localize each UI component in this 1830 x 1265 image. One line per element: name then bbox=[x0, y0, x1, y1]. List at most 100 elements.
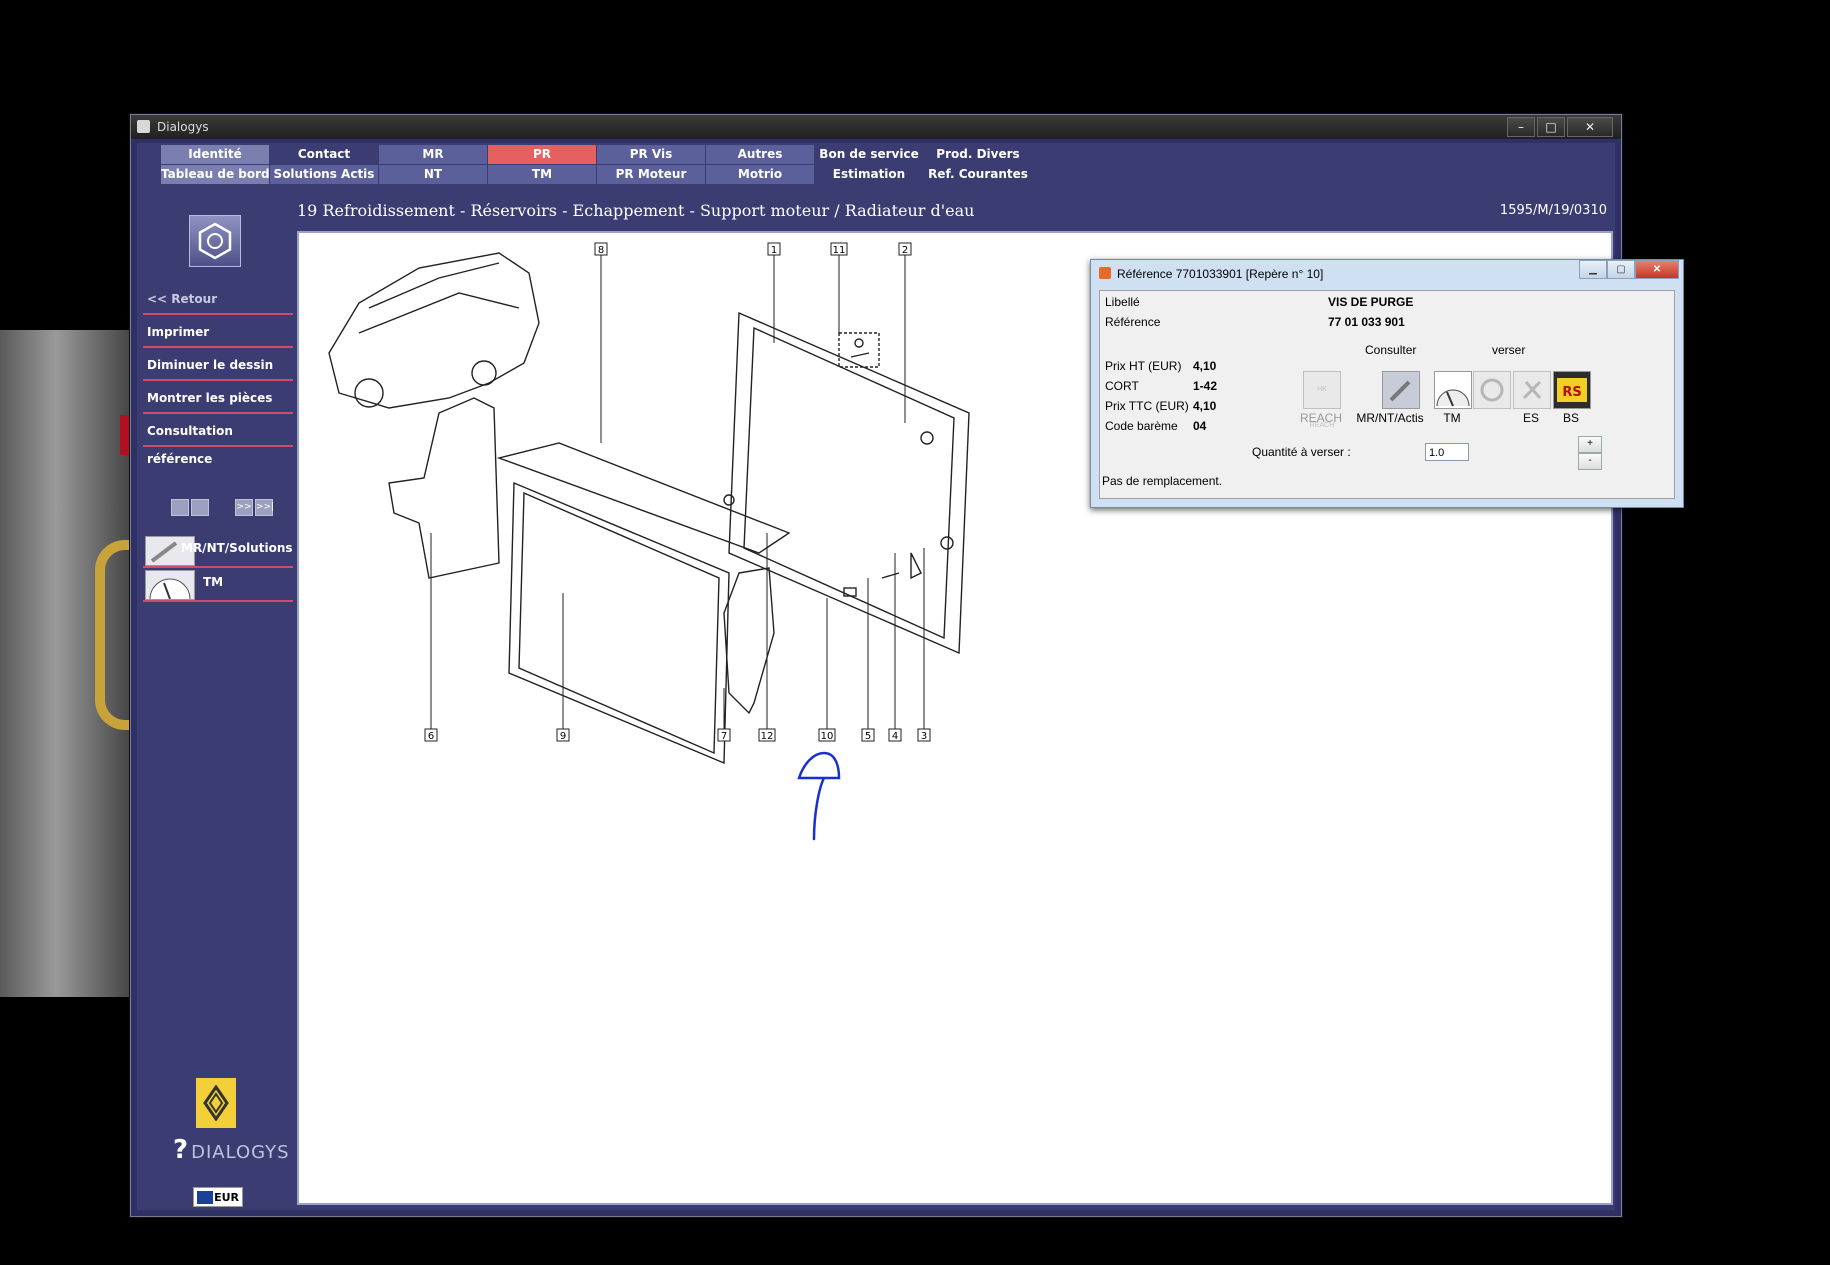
part-4 bbox=[910, 552, 922, 580]
condenser bbox=[508, 481, 730, 765]
tab-autres[interactable]: Autres bbox=[706, 145, 814, 164]
svg-text:4: 4 bbox=[892, 731, 898, 742]
reference-value: 77 01 033 901 bbox=[1328, 315, 1405, 329]
svg-text:6: 6 bbox=[428, 731, 434, 742]
cort-label: CORT bbox=[1105, 379, 1139, 393]
app-icon bbox=[137, 120, 150, 133]
dialog-maximize-button[interactable]: ▢ bbox=[1607, 260, 1635, 279]
reach-icon-button: HK REACH bbox=[1303, 371, 1341, 429]
tab-identite[interactable]: Identité bbox=[161, 145, 269, 164]
car-outline bbox=[328, 252, 540, 409]
bs-logo-icon: RS bbox=[1557, 378, 1587, 402]
back-link[interactable]: << Retour bbox=[143, 285, 293, 315]
dialog-close-button[interactable]: ✕ bbox=[1635, 260, 1679, 279]
tab-motrio[interactable]: Motrio bbox=[706, 165, 814, 184]
part-10 bbox=[843, 587, 857, 597]
show-parts-button[interactable]: Montrer les pièces bbox=[143, 384, 293, 414]
reference-dialog: Référence 7701033901 [Repère n° 10] ▁ ▢ … bbox=[1090, 259, 1684, 508]
callout-1: 1 bbox=[767, 242, 781, 256]
shrink-drawing-button[interactable]: Diminuer le dessin bbox=[143, 351, 293, 381]
handdrawn-arrow bbox=[797, 751, 841, 841]
callout-9: 9 bbox=[556, 728, 570, 742]
tools-icon bbox=[1522, 380, 1542, 400]
close-button[interactable]: ✕ bbox=[1567, 117, 1613, 137]
tab-nt[interactable]: NT bbox=[379, 165, 487, 184]
part-2 bbox=[920, 431, 934, 445]
callout-5: 5 bbox=[861, 728, 875, 742]
quantity-decrement-button[interactable]: - bbox=[1578, 453, 1602, 470]
java-icon bbox=[1099, 267, 1111, 279]
part-11-box bbox=[838, 332, 880, 368]
next-page-button[interactable]: >> bbox=[235, 499, 253, 516]
currency-badge[interactable]: EUR bbox=[193, 1187, 243, 1207]
bs-label: BS bbox=[1562, 411, 1579, 425]
code-bareme-label: Code barème bbox=[1105, 419, 1178, 433]
tab-solutions-actis[interactable]: Solutions Actis bbox=[270, 165, 378, 184]
tm-button[interactable]: TM bbox=[143, 568, 293, 602]
es-icon-button bbox=[1513, 371, 1551, 409]
svg-text:2: 2 bbox=[902, 245, 908, 256]
svg-text:1: 1 bbox=[771, 245, 777, 256]
callout-10: 10 bbox=[818, 728, 836, 742]
verser-label: verser bbox=[1492, 343, 1526, 357]
renault-logo bbox=[196, 1078, 236, 1128]
tab-ref-courantes[interactable]: Ref. Courantes bbox=[924, 165, 1032, 184]
svg-text:5: 5 bbox=[865, 731, 871, 742]
clock-icon bbox=[145, 570, 195, 600]
part-12 bbox=[723, 494, 735, 506]
callout-12: 12 bbox=[758, 728, 776, 742]
tab-estimation[interactable]: Estimation bbox=[815, 165, 923, 184]
reference-lookup-button[interactable]: Consultation référence bbox=[143, 417, 293, 466]
tab-mr[interactable]: MR bbox=[379, 145, 487, 164]
mr-nt-actis-icon-button[interactable] bbox=[1382, 371, 1420, 409]
gear-icon bbox=[1480, 378, 1504, 402]
callout-4: 4 bbox=[888, 728, 902, 742]
maximize-button[interactable]: □ bbox=[1537, 117, 1565, 137]
air-deflector bbox=[388, 397, 500, 579]
upper-bracket bbox=[496, 442, 791, 554]
code-bareme-value: 04 bbox=[1193, 419, 1207, 433]
svg-text:7: 7 bbox=[721, 731, 727, 742]
desktop-background bbox=[0, 330, 175, 997]
prix-ht-value: 4,10 bbox=[1193, 359, 1217, 373]
prev-page-button[interactable] bbox=[191, 499, 209, 516]
callout-6: 6 bbox=[424, 728, 438, 742]
reach-label: REACH bbox=[1299, 411, 1342, 425]
part-5 bbox=[881, 572, 900, 579]
diagram-code: 1595/M/19/0310 bbox=[1499, 203, 1607, 218]
svg-text:RS: RS bbox=[1562, 385, 1581, 400]
first-page-button[interactable] bbox=[171, 499, 189, 516]
callout-7: 7 bbox=[717, 728, 731, 742]
dialog-minimize-button[interactable]: ▁ bbox=[1579, 260, 1607, 279]
sidebar: << Retour Imprimer Diminuer le dessin Mo… bbox=[137, 185, 310, 1210]
tab-bon-de-service[interactable]: Bon de service bbox=[815, 145, 923, 164]
clock-icon bbox=[1436, 389, 1470, 407]
last-page-button[interactable]: >>| bbox=[255, 499, 274, 516]
quantity-input[interactable]: 1.0 bbox=[1425, 443, 1469, 461]
bs-icon-button[interactable]: RS bbox=[1553, 371, 1591, 409]
prix-ht-label: Prix HT (EUR) bbox=[1105, 359, 1182, 373]
print-button[interactable]: Imprimer bbox=[143, 318, 293, 348]
callout-3: 3 bbox=[917, 728, 931, 742]
tab-tableau-de-bord[interactable]: Tableau de bord bbox=[161, 165, 269, 184]
reference-label: Référence bbox=[1105, 315, 1161, 329]
tab-prod-divers[interactable]: Prod. Divers bbox=[924, 145, 1032, 164]
mr-nt-solutions-button[interactable]: MR/NT/Solutions ... bbox=[143, 534, 310, 568]
tm-icon-button[interactable] bbox=[1434, 371, 1472, 409]
svg-text:10: 10 bbox=[821, 731, 834, 742]
callout-2: 2 bbox=[898, 242, 912, 256]
callout-8: 8 bbox=[594, 242, 608, 256]
tab-tm[interactable]: TM bbox=[488, 165, 596, 184]
replacement-status: Pas de remplacement. bbox=[1102, 474, 1223, 488]
minimize-button[interactable]: – bbox=[1507, 117, 1535, 137]
page-title: 19 Refroidissement - Réservoirs - Echapp… bbox=[297, 201, 975, 220]
tab-pr-moteur[interactable]: PR Moteur bbox=[597, 165, 705, 184]
dialog-titlebar: Référence 7701033901 [Repère n° 10] ▁ ▢ … bbox=[1091, 260, 1683, 286]
svg-text:8: 8 bbox=[598, 245, 604, 256]
tab-contact[interactable]: Contact bbox=[270, 145, 378, 164]
dialog-title: Référence 7701033901 [Repère n° 10] bbox=[1117, 267, 1324, 281]
quantity-increment-button[interactable]: + bbox=[1578, 436, 1602, 453]
tab-pr[interactable]: PR bbox=[488, 145, 596, 164]
tab-pr-vis[interactable]: PR Vis bbox=[597, 145, 705, 164]
quantity-label: Quantité à verser : bbox=[1252, 445, 1351, 459]
